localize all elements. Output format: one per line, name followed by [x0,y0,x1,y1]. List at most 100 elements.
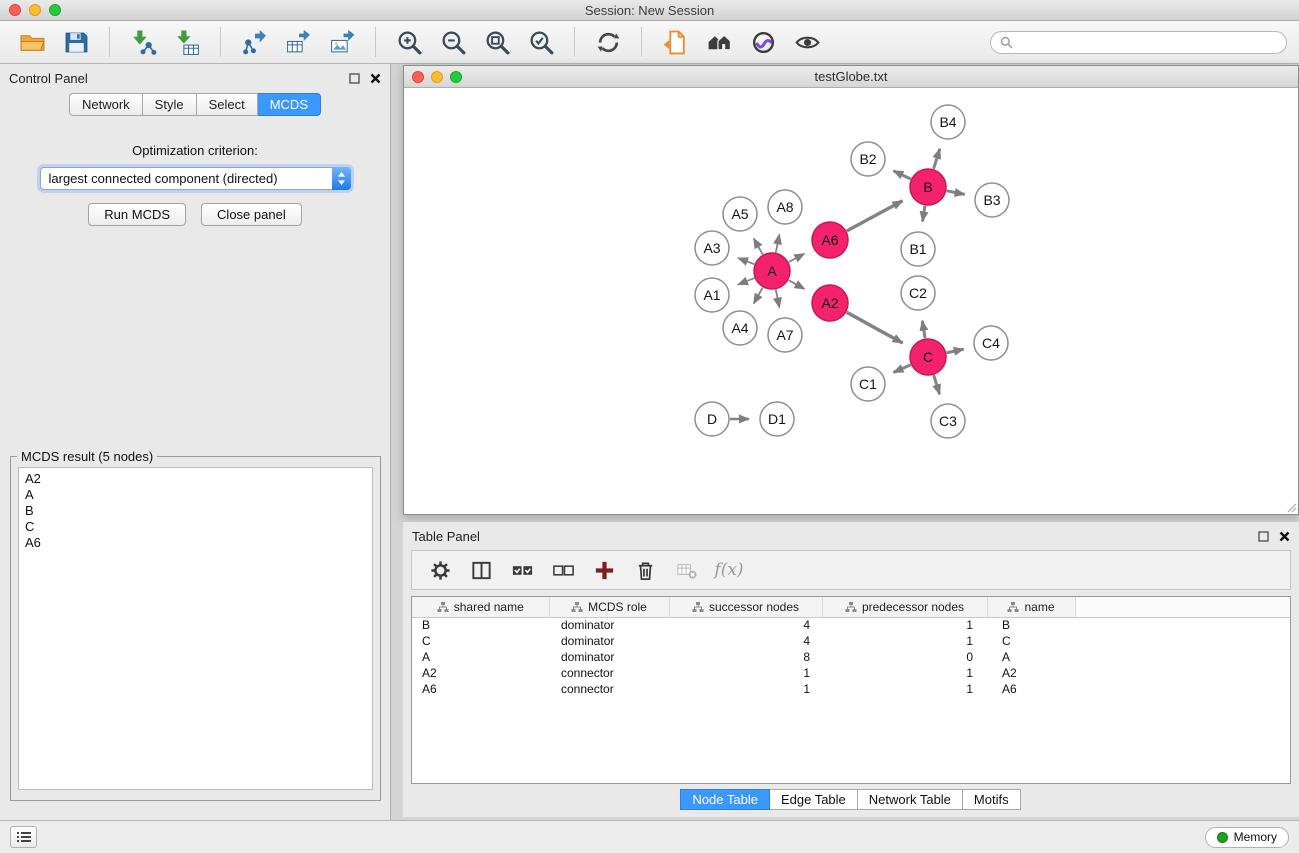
toggle-visibility-button[interactable] [787,24,827,60]
float-panel-icon[interactable] [1258,531,1269,542]
edge-A-A1[interactable] [738,278,754,285]
show-columns-button[interactable] [467,556,495,584]
search-input[interactable] [1019,35,1277,49]
edge-A-A3[interactable] [738,258,754,264]
search-box[interactable] [990,31,1287,54]
edge-B-B1[interactable] [923,206,926,222]
edge-C-C2[interactable] [922,321,925,339]
import-network-button[interactable] [123,24,163,60]
network-canvas[interactable]: AA1A2A3A4A5A6A7A8BB1B2B3B4CC1C2C3C4DD1 [404,88,1298,514]
table-cell[interactable]: A2 [412,665,549,681]
column-header-name[interactable]: name [987,597,1075,617]
edge-B-B4[interactable] [934,149,940,169]
table-row[interactable]: A6connector11A6 [412,681,1290,697]
table-cell[interactable]: 4 [669,633,822,649]
export-image-button[interactable] [322,24,362,60]
table-cell[interactable]: C [987,633,1075,649]
table-settings-button[interactable] [426,556,454,584]
table-cell[interactable]: 4 [669,617,822,633]
create-column-button[interactable] [590,556,618,584]
column-header-predecessor-nodes[interactable]: predecessor nodes [822,597,987,617]
refresh-layout-button[interactable] [588,24,628,60]
table-cell[interactable]: B [412,617,549,633]
tab-network-table[interactable]: Network Table [857,789,963,810]
zoom-selected-button[interactable] [521,24,561,60]
float-panel-icon[interactable] [349,73,360,84]
table-cell[interactable]: A6 [987,681,1075,697]
open-session-button[interactable] [12,24,52,60]
close-panel-button[interactable]: Close panel [201,203,302,226]
table-cell[interactable]: 1 [669,681,822,697]
network-minimize-button[interactable] [431,71,443,83]
result-item[interactable]: B [19,503,372,519]
export-table-button[interactable] [278,24,318,60]
edge-A-A8[interactable] [776,234,780,252]
zoom-in-button[interactable] [389,24,429,60]
tab-edge-table[interactable]: Edge Table [769,789,858,810]
column-header-successor-nodes[interactable]: successor nodes [669,597,822,617]
table-cell[interactable]: dominator [549,617,669,633]
edge-A-A7[interactable] [776,290,780,308]
table-cell[interactable]: dominator [549,633,669,649]
criterion-dropdown[interactable]: largest connected component (directed) [40,167,351,190]
deselect-all-button[interactable] [549,556,577,584]
edge-A6-B[interactable] [847,201,903,231]
tab-motifs[interactable]: Motifs [962,789,1021,810]
result-item[interactable]: C [19,519,372,535]
edge-A-A6[interactable] [789,254,805,262]
export-network-button[interactable] [234,24,274,60]
table-cell[interactable]: A6 [412,681,549,697]
table-row[interactable]: A2connector11A2 [412,665,1290,681]
table-row[interactable]: Adominator80A [412,649,1290,665]
delete-table-button[interactable] [672,556,700,584]
edge-A-A2[interactable] [789,280,805,289]
edge-B-B3[interactable] [947,191,965,195]
network-window-titlebar[interactable]: testGlobe.txt [404,66,1298,88]
zoom-out-button[interactable] [433,24,473,60]
close-panel-icon[interactable] [1279,531,1290,542]
result-item[interactable]: A6 [19,535,372,551]
document-import-button[interactable] [655,24,695,60]
table-cell[interactable]: 8 [669,649,822,665]
task-history-button[interactable] [10,826,37,848]
result-item[interactable]: A2 [19,471,372,487]
table-cell[interactable]: 1 [822,681,987,697]
delete-column-button[interactable] [631,556,659,584]
apply-style-button[interactable] [743,24,783,60]
table-cell[interactable]: B [987,617,1075,633]
select-all-button[interactable] [508,556,536,584]
tab-select[interactable]: Select [197,93,258,116]
table-row[interactable]: Bdominator41B [412,617,1290,633]
result-item[interactable]: A [19,487,372,503]
edge-A-A5[interactable] [754,238,763,254]
column-header-MCDS-role[interactable]: MCDS role [549,597,669,617]
edge-C-C4[interactable] [947,349,964,353]
table-cell[interactable]: 1 [669,665,822,681]
close-panel-icon[interactable] [370,73,381,84]
table-cell[interactable]: A [987,649,1075,665]
table-cell[interactable]: 1 [822,633,987,649]
table-cell[interactable]: A2 [987,665,1075,681]
minimize-window-button[interactable] [29,4,41,16]
mcds-result-list[interactable]: A2ABCA6 [18,467,373,790]
function-builder-button[interactable]: f(x) [713,556,741,584]
home-button[interactable] [699,24,739,60]
edge-C-C1[interactable] [894,365,911,373]
table-cell[interactable]: 0 [822,649,987,665]
resize-grip-icon[interactable] [1285,501,1297,513]
import-table-button[interactable] [167,24,207,60]
table-cell[interactable]: 1 [822,617,987,633]
tab-style[interactable]: Style [143,93,197,116]
fullscreen-window-button[interactable] [49,4,61,16]
table-cell[interactable]: dominator [549,649,669,665]
column-header-shared-name[interactable]: shared name [412,597,549,617]
edge-A2-C[interactable] [847,312,903,343]
network-zoom-button[interactable] [450,71,462,83]
table-cell[interactable]: A [412,649,549,665]
edge-B-B2[interactable] [893,171,910,179]
run-mcds-button[interactable]: Run MCDS [88,203,186,226]
tab-mcds[interactable]: MCDS [258,93,321,116]
edge-C-C3[interactable] [934,375,940,394]
save-session-button[interactable] [56,24,96,60]
zoom-fit-button[interactable] [477,24,517,60]
